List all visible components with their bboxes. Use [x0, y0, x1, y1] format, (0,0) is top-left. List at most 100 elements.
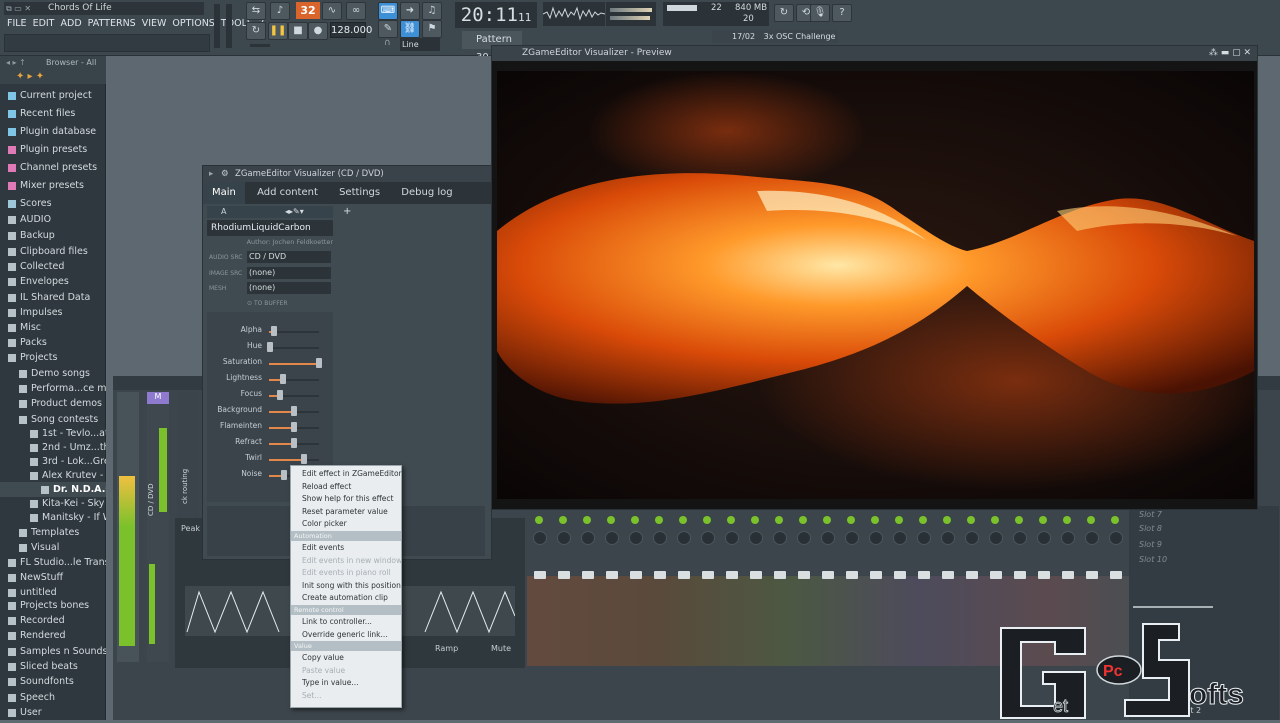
- volume-fader[interactable]: [606, 571, 618, 579]
- preview-window-controls[interactable]: ⁂ ▬ ▢ ✕: [1209, 46, 1251, 61]
- layer-bar[interactable]: A ◂▸✎▾: [207, 206, 333, 218]
- track-enable-led[interactable]: [823, 516, 831, 524]
- browser-item[interactable]: NewStuff: [0, 570, 106, 585]
- volume-fader[interactable]: [558, 571, 570, 579]
- pan-knob[interactable]: [581, 531, 595, 545]
- browser-item[interactable]: Manitsky - If We Try: [0, 510, 106, 525]
- browser-item[interactable]: Impulses: [0, 305, 106, 320]
- pan-knob[interactable]: [629, 531, 643, 545]
- browser-item[interactable]: Recorded: [0, 613, 106, 628]
- track-enable-led[interactable]: [775, 516, 783, 524]
- browser-item[interactable]: Backup: [0, 228, 106, 243]
- volume-fader[interactable]: [702, 571, 714, 579]
- browser-item[interactable]: Envelopes: [0, 274, 106, 289]
- plugin-gear-icon[interactable]: ⚙: [221, 166, 229, 182]
- context-menu-item[interactable]: Create automation clip: [291, 592, 401, 605]
- param-slider-handle[interactable]: [291, 406, 297, 416]
- track-enable-led[interactable]: [1063, 516, 1071, 524]
- ramp-label[interactable]: Ramp: [435, 644, 458, 653]
- audio-src-selector[interactable]: CD / DVD: [247, 251, 331, 263]
- window-controls[interactable]: ⧉ ▭ ✕: [6, 4, 42, 13]
- track-enable-led[interactable]: [799, 516, 807, 524]
- volume-fader[interactable]: [990, 571, 1002, 579]
- layer-tools-icons[interactable]: ◂▸✎▾: [285, 206, 304, 218]
- volume-fader[interactable]: [894, 571, 906, 579]
- volume-fader[interactable]: [966, 571, 978, 579]
- song-rate-display[interactable]: 32: [296, 2, 320, 19]
- effect-selector[interactable]: RhodiumLiquidCarbon: [207, 220, 333, 236]
- slot-10[interactable]: Slot 10: [1139, 555, 1167, 564]
- pan-knob[interactable]: [1013, 531, 1027, 545]
- preview-title-bar[interactable]: ZGameEditor Visualizer - Preview ⁂ ▬ ▢ ✕: [492, 46, 1257, 61]
- browser-item[interactable]: Rendered: [0, 628, 106, 643]
- menu-options[interactable]: OPTIONS: [169, 17, 217, 31]
- slot-9[interactable]: Slot 9: [1139, 540, 1162, 549]
- volume-fader[interactable]: [870, 571, 882, 579]
- image-src-selector[interactable]: (none): [247, 267, 331, 279]
- volume-fader[interactable]: [534, 571, 546, 579]
- volume-fader[interactable]: [1062, 571, 1074, 579]
- pan-knob[interactable]: [869, 531, 883, 545]
- slot-8[interactable]: Slot 8: [1139, 524, 1162, 533]
- browser-item[interactable]: 2nd - Umz...the same: [0, 440, 106, 455]
- volume-fader[interactable]: [918, 571, 930, 579]
- context-menu-item[interactable]: Reload effect: [291, 481, 401, 494]
- track-enable-led[interactable]: [943, 516, 951, 524]
- metronome-icon[interactable]: ♪: [270, 2, 290, 20]
- volume-fader[interactable]: [654, 571, 666, 579]
- param-slider-handle[interactable]: [279, 374, 286, 384]
- volume-fader[interactable]: [1110, 571, 1122, 579]
- volume-fader[interactable]: [630, 571, 642, 579]
- browser-item[interactable]: Sliced beats: [0, 659, 106, 674]
- menu-edit[interactable]: EDIT: [30, 17, 58, 31]
- track-enable-led[interactable]: [679, 516, 687, 524]
- pan-knob[interactable]: [749, 531, 763, 545]
- track-enable-led[interactable]: [1087, 516, 1095, 524]
- context-menu-item[interactable]: Show help for this effect: [291, 493, 401, 506]
- param-slider-handle[interactable]: [267, 342, 273, 352]
- track-enable-led[interactable]: [607, 516, 615, 524]
- pan-knob[interactable]: [1085, 531, 1099, 545]
- wait-input-icon[interactable]: ⚑: [422, 20, 442, 38]
- pan-knob[interactable]: [677, 531, 691, 545]
- context-menu-item[interactable]: Type in value...: [291, 677, 401, 690]
- browser-item[interactable]: Packs: [0, 335, 106, 350]
- record-button[interactable]: ●: [308, 22, 328, 40]
- browser-item[interactable]: Samples n Sounds: [0, 644, 106, 659]
- volume-fader[interactable]: [822, 571, 834, 579]
- main-pitch-mini[interactable]: [250, 44, 270, 47]
- browser-item[interactable]: Plugin database: [0, 124, 106, 139]
- blend-icon[interactable]: ∞: [346, 2, 366, 20]
- context-menu-item[interactable]: Edit events: [291, 542, 401, 555]
- browser-item[interactable]: Collected: [0, 259, 106, 274]
- menu-add[interactable]: ADD: [58, 17, 85, 31]
- param-slider-handle[interactable]: [281, 470, 287, 480]
- pan-knob[interactable]: [653, 531, 667, 545]
- browser-item[interactable]: Projects bones: [0, 598, 106, 613]
- context-menu-item[interactable]: Override generic link...: [291, 629, 401, 642]
- menu-file[interactable]: FILE: [4, 17, 30, 31]
- browser-item[interactable]: Channel presets: [0, 160, 106, 175]
- track-enable-led[interactable]: [1111, 516, 1119, 524]
- param-slider-handle[interactable]: [316, 358, 322, 368]
- browser-item[interactable]: Plugin presets: [0, 142, 106, 157]
- tab-add-content[interactable]: Add content: [248, 182, 327, 204]
- mute-label[interactable]: Mute: [491, 644, 511, 653]
- browser-item[interactable]: Misc: [0, 320, 106, 335]
- master-volume-slider[interactable]: [214, 4, 220, 48]
- online-icon[interactable]: ↻: [774, 4, 794, 22]
- track-enable-led[interactable]: [991, 516, 999, 524]
- browser-nav-icons[interactable]: ◂ ▸ ↑: [6, 58, 26, 67]
- browser-item[interactable]: Projects: [0, 350, 106, 365]
- browser-item[interactable]: Performa...ce mode: [0, 381, 106, 396]
- pan-knob[interactable]: [1109, 531, 1123, 545]
- snap-icon[interactable]: ✎: [378, 20, 398, 38]
- browser-item[interactable]: Current project: [0, 88, 106, 103]
- browser-item[interactable]: Alex Krutev - Sea: [0, 468, 106, 483]
- param-slider-handle[interactable]: [271, 326, 277, 336]
- track-enable-led[interactable]: [919, 516, 927, 524]
- track-enable-led[interactable]: [583, 516, 591, 524]
- master-pitch-slider[interactable]: [226, 4, 232, 48]
- volume-fader[interactable]: [750, 571, 762, 579]
- menu-view[interactable]: VIEW: [139, 17, 170, 31]
